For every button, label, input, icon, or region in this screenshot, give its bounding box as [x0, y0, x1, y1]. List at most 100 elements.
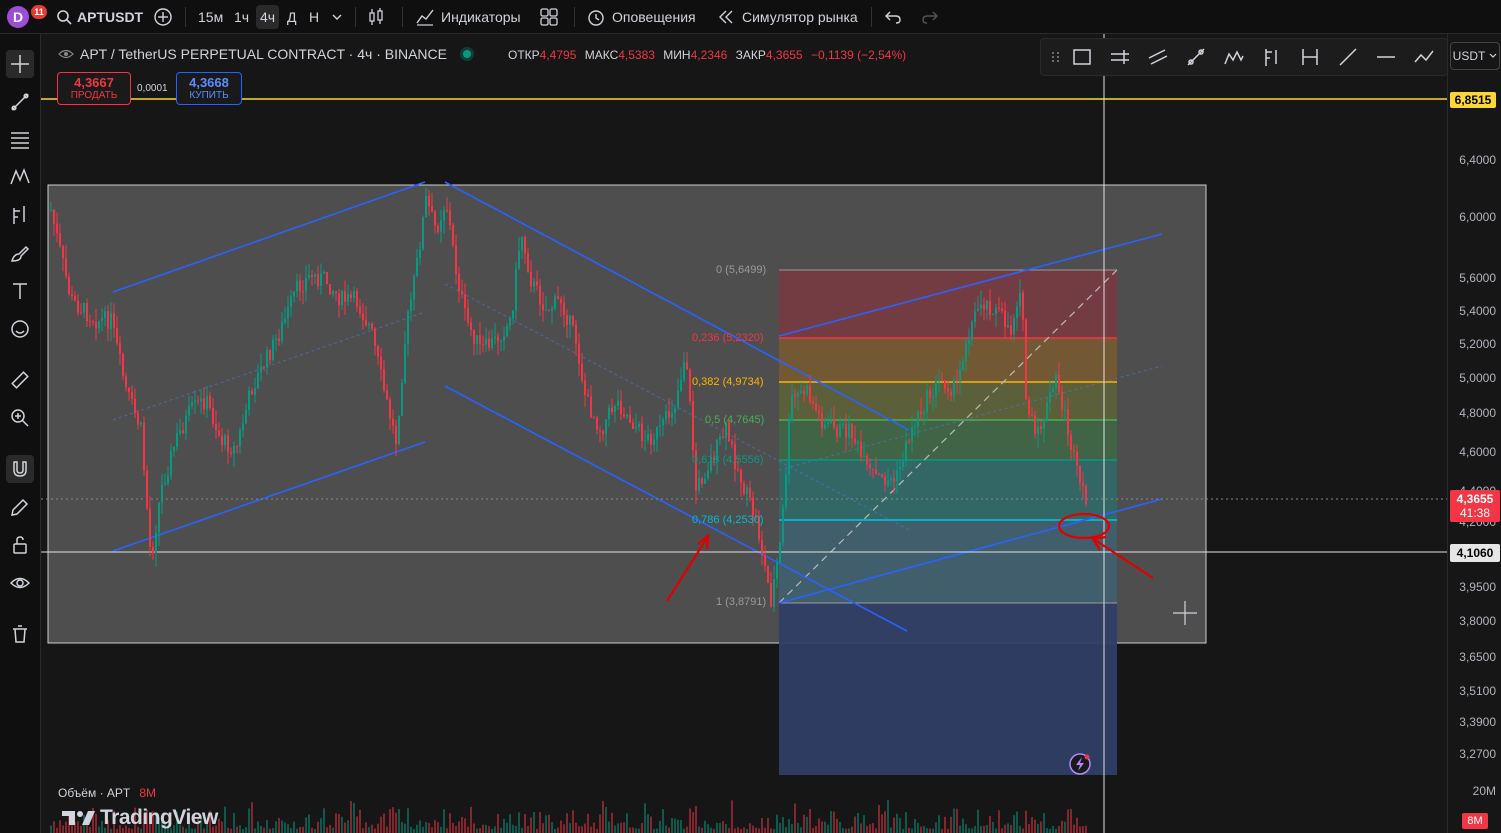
- stay-drawing-tool[interactable]: [6, 493, 34, 521]
- price-axis[interactable]: USDT 6,4000 6,0000 5,6000 5,4000 5,2000 …: [1447, 34, 1501, 833]
- brush-tool[interactable]: [6, 239, 34, 267]
- date-range-tool[interactable]: [1299, 46, 1323, 68]
- sell-button[interactable]: 4,3667 ПРОДАТЬ: [57, 72, 131, 105]
- alert-price-tag[interactable]: 6,8515: [1450, 92, 1496, 108]
- volume-bar: [635, 828, 637, 833]
- pattern-tool[interactable]: [6, 163, 34, 191]
- candle-body: [518, 250, 520, 269]
- candle-body: [323, 272, 325, 274]
- trendline-tool-2[interactable]: [1185, 46, 1209, 68]
- candle-body: [281, 322, 283, 342]
- volume-bar: [833, 811, 835, 833]
- candle-body: [914, 426, 916, 428]
- candle-body: [674, 407, 676, 413]
- chart-pane[interactable]: [41, 34, 1447, 833]
- timeframe-4h[interactable]: 4ч: [256, 0, 280, 33]
- indicators-button[interactable]: Индикаторы: [415, 0, 521, 33]
- alerts-label: Оповещения: [612, 8, 696, 25]
- candle-body: [446, 210, 448, 212]
- rectangle-tool[interactable]: [1071, 46, 1095, 68]
- forecast-tool[interactable]: [6, 201, 34, 229]
- tradingview-logo[interactable]: TradingView: [62, 806, 218, 830]
- candle-body: [602, 431, 604, 435]
- candle-body: [107, 311, 109, 329]
- timeframe-dropdown[interactable]: [331, 0, 343, 33]
- candle-body: [350, 294, 352, 298]
- volume-bar: [1079, 826, 1081, 833]
- currency-button[interactable]: USDT: [1450, 42, 1500, 70]
- volume-bar: [305, 817, 307, 833]
- redo-button[interactable]: [921, 0, 939, 33]
- candle-body: [527, 253, 529, 272]
- horizontal-line-tool[interactable]: [1375, 46, 1399, 68]
- timeframe-day[interactable]: Д: [287, 0, 296, 33]
- ruler-tool[interactable]: [6, 366, 34, 394]
- volume-bar: [893, 817, 895, 833]
- replay-button[interactable]: Симулятор рынка: [716, 0, 858, 33]
- path-tool[interactable]: [1413, 46, 1437, 68]
- drag-handle[interactable]: [1045, 46, 1059, 68]
- current-price-value: 4,3655: [1456, 492, 1494, 506]
- long-position-tool[interactable]: [1109, 46, 1133, 68]
- candle-body: [245, 409, 247, 424]
- timeframe-week[interactable]: Н: [309, 0, 319, 33]
- zoom-tool[interactable]: [6, 404, 34, 432]
- fib-tool[interactable]: [6, 125, 34, 153]
- volume-bar: [980, 825, 982, 833]
- user-avatar[interactable]: D 11: [7, 5, 47, 28]
- volume-bar: [1037, 824, 1039, 833]
- candle-body: [239, 430, 241, 447]
- volume-bar: [845, 828, 847, 833]
- candle-body: [152, 546, 154, 553]
- text-tool[interactable]: [6, 277, 34, 305]
- volume-bar: [341, 816, 343, 833]
- volume-bar: [563, 824, 565, 833]
- forecast-tool-2[interactable]: [1261, 46, 1285, 68]
- candle-body: [833, 420, 835, 428]
- candle-body: [932, 396, 934, 398]
- ray-tool[interactable]: [1337, 46, 1361, 68]
- compare-button[interactable]: [153, 0, 173, 33]
- volume-bar: [497, 814, 499, 833]
- candle-body: [836, 427, 838, 437]
- alerts-button[interactable]: Оповещения: [586, 0, 696, 33]
- crosshair-tool[interactable]: [6, 50, 34, 78]
- timeframe-15m[interactable]: 15м: [198, 0, 223, 33]
- timeframe-1h[interactable]: 1ч: [234, 0, 249, 33]
- volume-bar: [986, 825, 988, 833]
- candle-body: [551, 308, 553, 311]
- layouts-button[interactable]: [539, 0, 559, 33]
- undo-button[interactable]: [884, 0, 902, 33]
- market-status-dot: [462, 50, 471, 58]
- candle-body: [1073, 449, 1075, 452]
- candle-body: [272, 339, 274, 360]
- candle-body: [302, 291, 304, 293]
- candle-body: [89, 320, 91, 322]
- magnet-tool[interactable]: [6, 455, 34, 483]
- volume-bar: [533, 811, 535, 833]
- symbol-legend: APT / TetherUS PERPETUAL CONTRACT · 4ч ·…: [58, 46, 471, 62]
- chart-type-button[interactable]: [366, 0, 386, 33]
- delete-tool[interactable]: [6, 620, 34, 648]
- timeframe-label: 15м: [198, 8, 224, 25]
- volume-bar: [389, 809, 391, 833]
- candle-body: [902, 461, 904, 467]
- lock-tool[interactable]: [6, 531, 34, 559]
- price-chart[interactable]: [41, 34, 1447, 833]
- visibility-tool[interactable]: [6, 569, 34, 597]
- volume-bar: [548, 814, 550, 833]
- ruler-icon: [11, 371, 29, 389]
- pattern-tool-2[interactable]: [1223, 46, 1247, 68]
- close-value: 4,3655: [765, 48, 803, 62]
- symbol-search[interactable]: APTUSDT: [56, 0, 143, 33]
- candle-body: [428, 195, 430, 207]
- candle-body: [1049, 392, 1051, 403]
- emoji-tool[interactable]: [6, 315, 34, 343]
- volume-bar: [1082, 825, 1084, 833]
- buy-button[interactable]: 4,3668 КУПИТЬ: [176, 72, 242, 105]
- volume-bar: [944, 816, 946, 833]
- parallel-channel-tool[interactable]: [1147, 46, 1171, 68]
- volume-bar: [782, 816, 784, 833]
- trendline-tool[interactable]: [6, 88, 34, 116]
- volume-bar: [794, 803, 796, 833]
